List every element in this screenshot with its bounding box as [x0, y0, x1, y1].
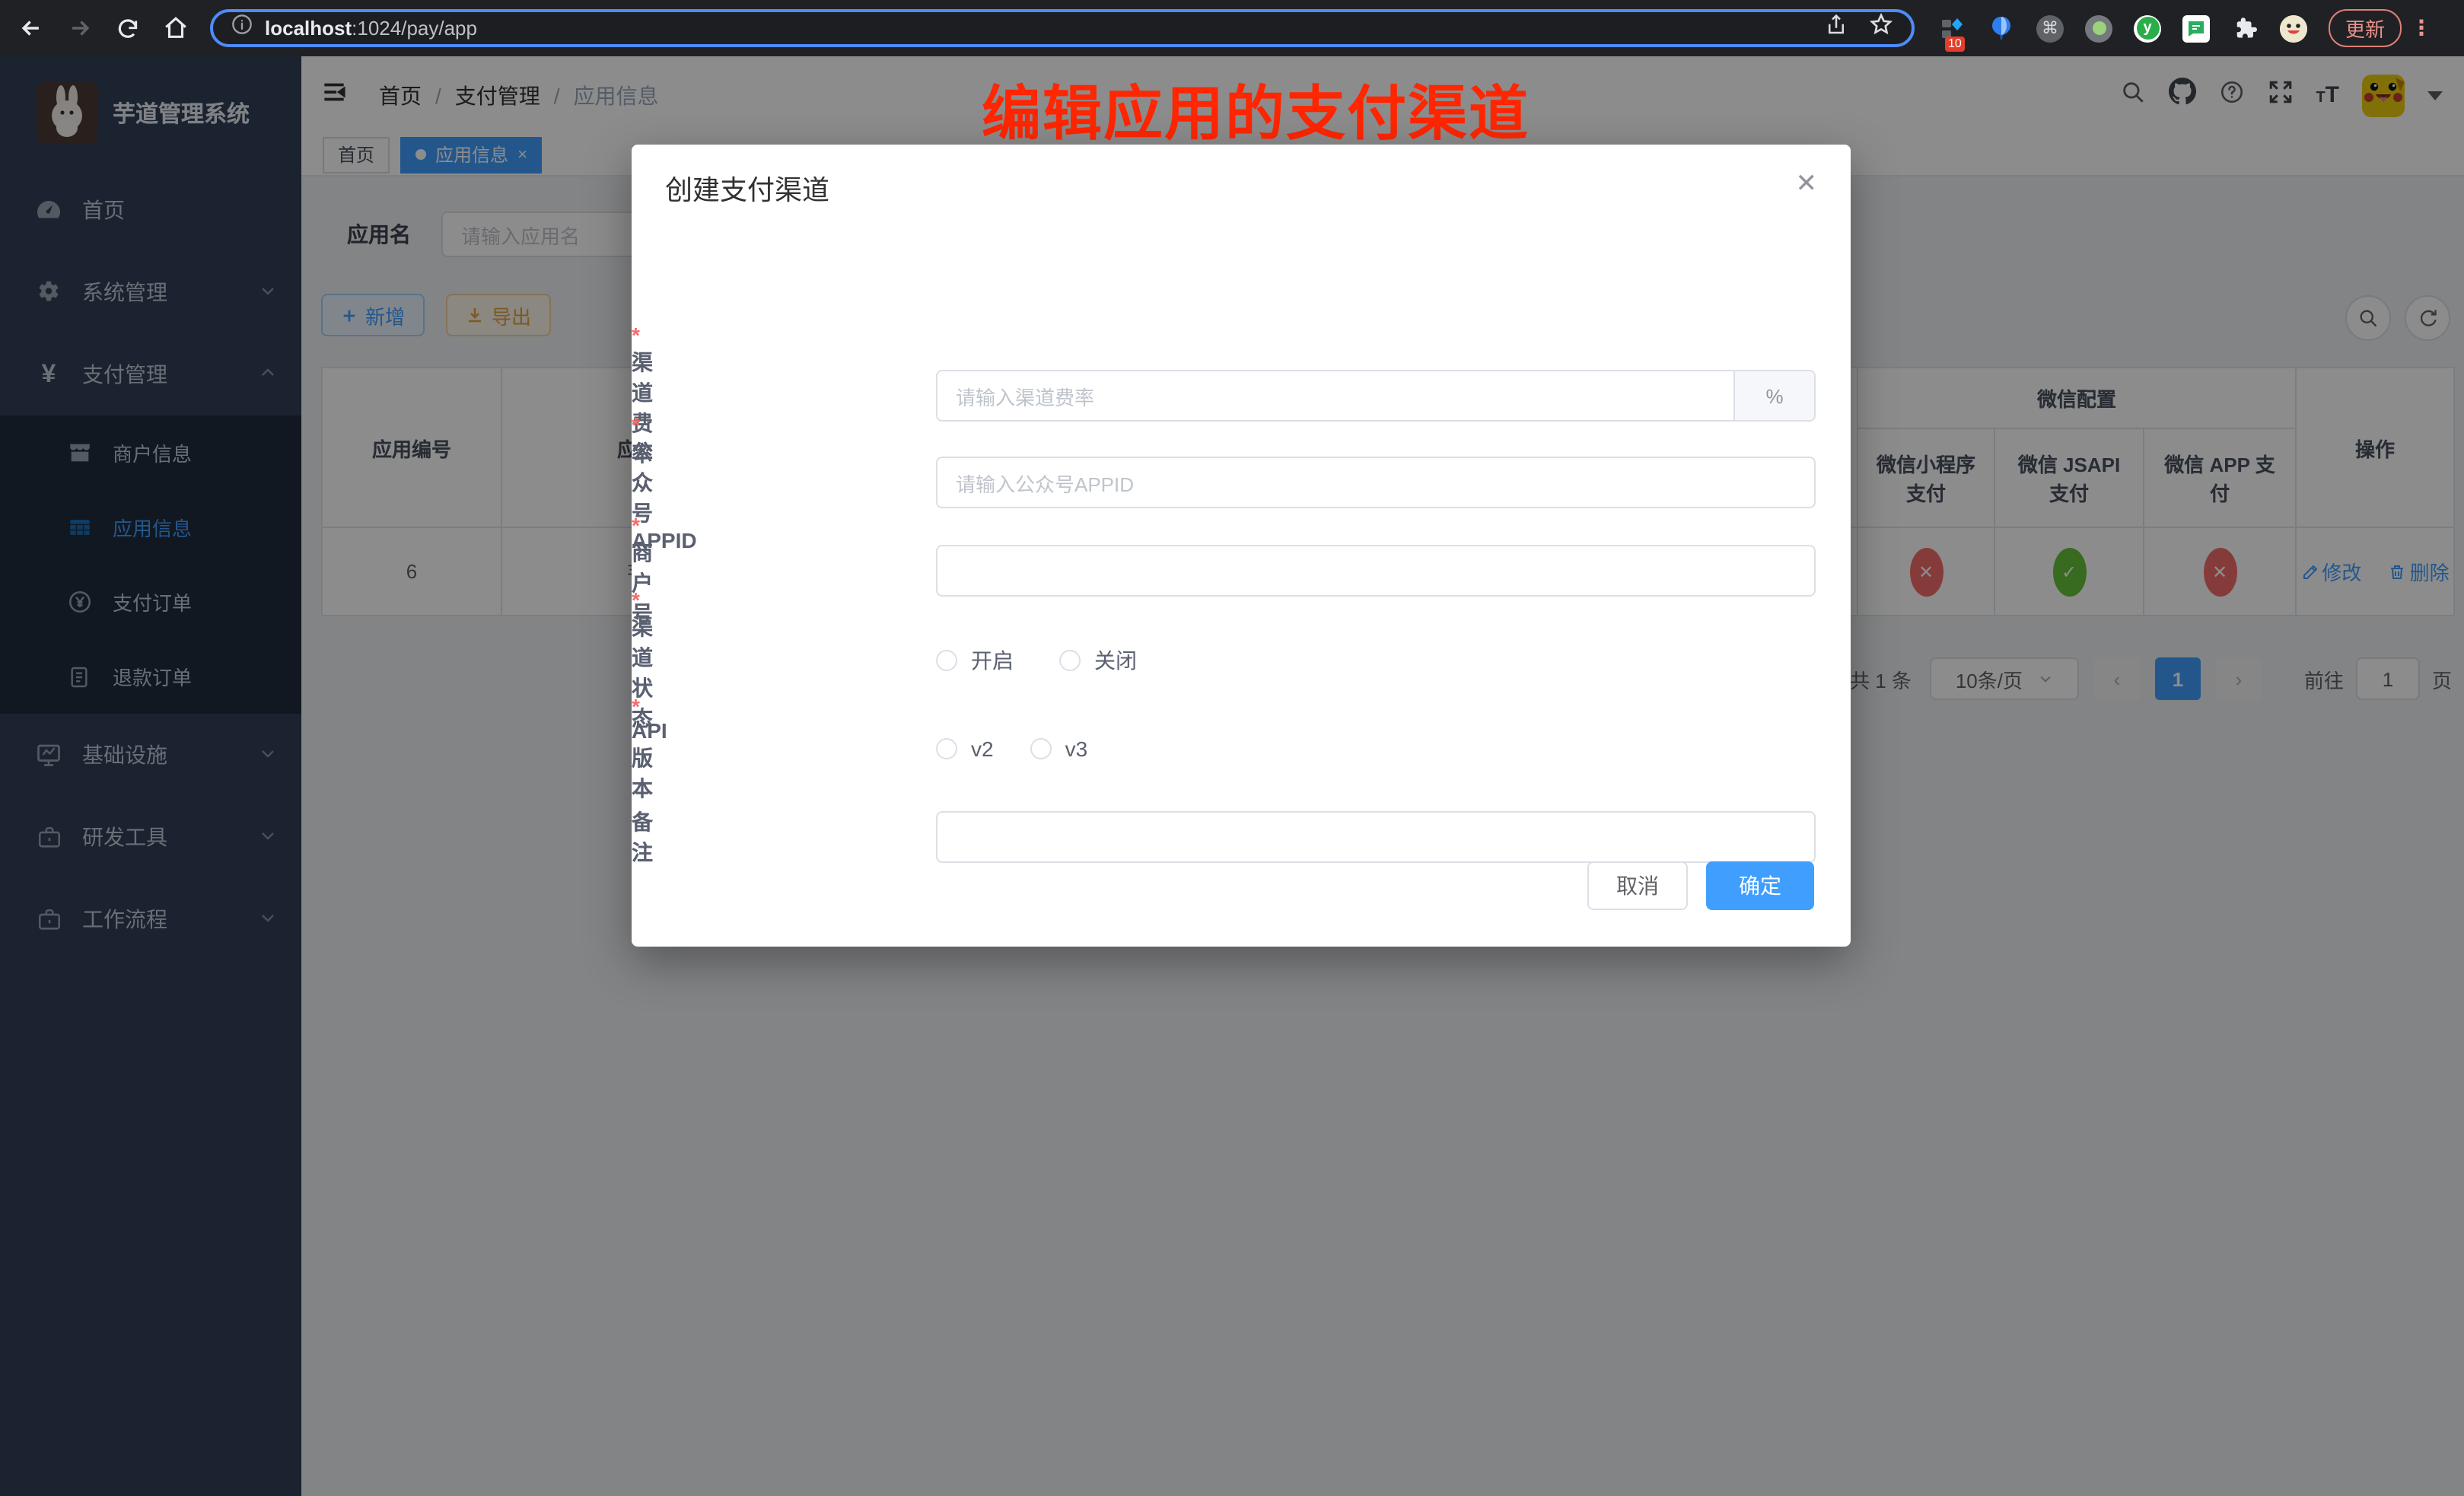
browser-back-icon[interactable] [18, 15, 44, 41]
radio-icon [936, 650, 957, 671]
extension-pinned-icon[interactable]: 10 [1939, 14, 1966, 42]
extension-command-icon[interactable]: ⌘ [2036, 14, 2064, 42]
extension-balloon-icon[interactable] [1988, 14, 2015, 42]
remark-input[interactable] [936, 811, 1816, 863]
browser-update-button[interactable]: 更新 [2329, 9, 2402, 47]
extensions-puzzle-icon[interactable] [2231, 14, 2259, 42]
browser-home-icon[interactable] [163, 15, 189, 41]
status-open-radio[interactable]: 开启 [936, 645, 1014, 676]
confirm-button[interactable]: 确定 [1706, 861, 1814, 910]
browser-reload-icon[interactable] [116, 16, 140, 40]
radio-icon [1030, 738, 1052, 759]
screen: localhost:1024/pay/app 10 ⌘ y 更新 ⋮ [0, 0, 2464, 1496]
extension-badge: 10 [1945, 36, 1965, 51]
browser-toolbar: localhost:1024/pay/app 10 ⌘ y 更新 ⋮ [0, 0, 2464, 56]
cancel-button[interactable]: 取消 [1587, 861, 1688, 910]
create-payment-channel-dialog: 创建支付渠道 ✕ 渠道费率 请输入渠道费率 % 公众号APPID 请输入公众号A… [632, 145, 1851, 947]
dialog-title: 创建支付渠道 [665, 169, 829, 208]
annotation-text: 编辑应用的支付渠道 [982, 67, 1530, 152]
url-path: :1024/pay/app [352, 17, 477, 40]
percent-suffix: % [1733, 371, 1814, 420]
bookmark-star-icon[interactable] [1869, 12, 1893, 44]
extension-chat-icon[interactable] [2182, 14, 2210, 42]
rate-input[interactable]: 请输入渠道费率 % [936, 370, 1816, 422]
radio-icon [936, 738, 957, 759]
merchant-input[interactable] [936, 545, 1816, 597]
extension-dot-icon[interactable] [2085, 14, 2112, 42]
browser-menu-icon[interactable]: ⋮ [2411, 15, 2432, 41]
url-host: localhost [265, 17, 352, 40]
site-info-icon[interactable] [231, 14, 253, 43]
status-closed-radio[interactable]: 关闭 [1059, 645, 1137, 676]
appid-input[interactable]: 请输入公众号APPID [936, 457, 1816, 508]
share-icon[interactable] [1825, 13, 1848, 43]
dialog-close-icon[interactable]: ✕ [1796, 169, 1818, 199]
radio-icon [1059, 650, 1081, 671]
address-bar[interactable]: localhost:1024/pay/app [210, 9, 1915, 47]
api-v2-radio[interactable]: v2 [936, 737, 994, 761]
api-v3-radio[interactable]: v3 [1030, 737, 1088, 761]
browser-forward-icon[interactable] [67, 15, 93, 41]
extension-y-icon[interactable]: y [2134, 14, 2161, 42]
profile-avatar-icon[interactable] [2280, 14, 2307, 42]
